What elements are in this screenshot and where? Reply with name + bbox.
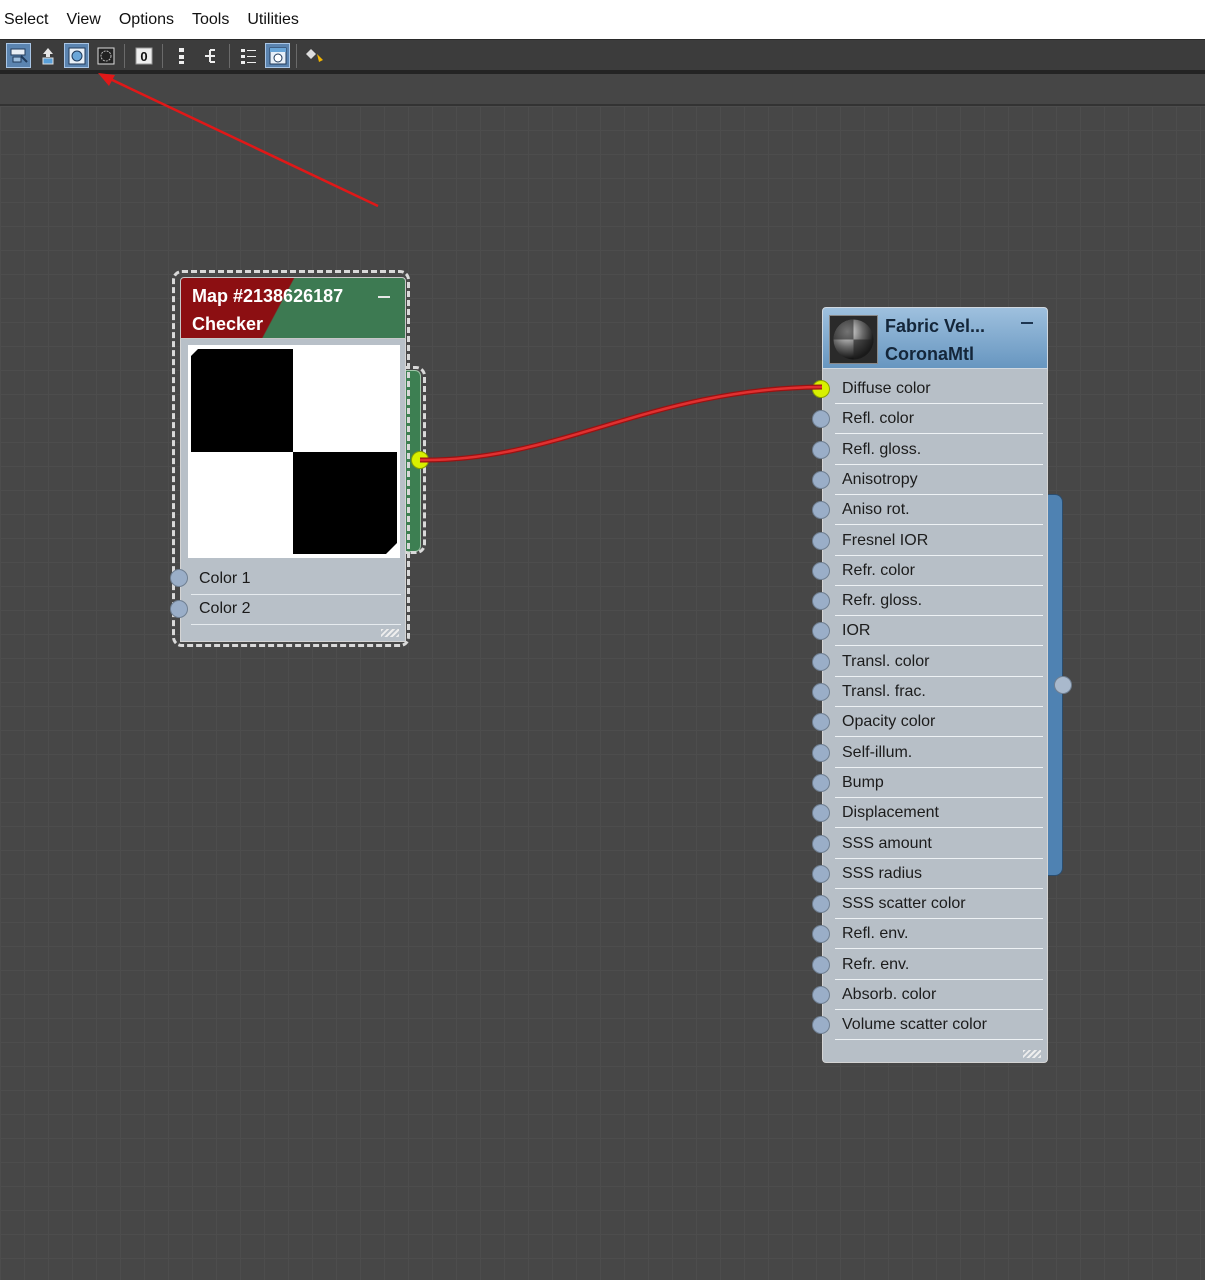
input-socket[interactable]: [812, 955, 830, 974]
minimize-icon[interactable]: [378, 296, 390, 298]
input-socket[interactable]: [812, 440, 830, 459]
menu-select[interactable]: Select: [0, 0, 57, 39]
corona-material-node[interactable]: Fabric Vel... CoronaMtl Diffuse color Ref…: [812, 307, 1048, 1063]
slot-absorb-color[interactable]: Absorb. color: [823, 980, 1043, 1010]
layout-horizontal-button[interactable]: [198, 43, 223, 68]
input-socket[interactable]: [812, 531, 830, 550]
resize-grip[interactable]: [1023, 1050, 1041, 1058]
slot-transl-color[interactable]: Transl. color: [823, 647, 1043, 677]
node-body: Color 1 Color 2: [180, 339, 406, 642]
slot-fresnel-ior[interactable]: Fresnel IOR: [823, 526, 1043, 556]
slot-divider: [835, 1039, 1043, 1041]
checker-preview: [188, 345, 400, 558]
input-socket[interactable]: [812, 743, 830, 762]
toolbar-separator: [229, 43, 230, 68]
material-map-browser-button[interactable]: [303, 43, 328, 68]
checker-output-socket[interactable]: [411, 451, 429, 469]
menu-bar: Select View Options Tools Utilities: [0, 0, 1205, 39]
show-background-icon: [97, 47, 114, 64]
parameter-editor-icon: [269, 47, 286, 64]
node-body: Diffuse color Refl. color Refl. gloss. Anis…: [822, 369, 1048, 1063]
menu-utilities[interactable]: Utilities: [238, 0, 308, 39]
input-socket[interactable]: [812, 683, 830, 701]
select-tool-button[interactable]: [6, 43, 31, 68]
minimize-icon[interactable]: [1021, 322, 1033, 324]
slot-sss-amount[interactable]: SSS amount: [823, 829, 1043, 859]
move-children-icon: [42, 47, 53, 64]
input-socket[interactable]: [170, 569, 188, 587]
input-socket[interactable]: [812, 834, 830, 853]
svg-text:0: 0: [140, 49, 147, 64]
show-background-button[interactable]: [93, 43, 118, 68]
resize-grip[interactable]: [381, 629, 399, 637]
checker-pattern-image: [188, 345, 400, 558]
layout-vertical-button[interactable]: [169, 43, 194, 68]
slot-sss-scatter-color[interactable]: SSS scatter color: [823, 889, 1043, 920]
slot-opacity-color[interactable]: Opacity color: [823, 707, 1043, 738]
slot-transl-frac[interactable]: Transl. frac.: [823, 677, 1043, 707]
slot-refl-color[interactable]: Refl. color: [823, 404, 1043, 435]
input-socket[interactable]: [812, 592, 830, 611]
slot-refr-color[interactable]: Refr. color: [823, 556, 1043, 586]
input-socket[interactable]: [812, 864, 830, 883]
slot-self-illum[interactable]: Self-illum.: [823, 738, 1043, 768]
menu-options[interactable]: Options: [110, 0, 183, 39]
material-output-socket[interactable]: [1054, 676, 1072, 694]
checker-map-node[interactable]: Map #2138626187 Checker Color 1 Color 2: [170, 277, 406, 642]
node-name: Fabric Vel...: [885, 316, 986, 336]
slot-color-2[interactable]: Color 2: [191, 594, 401, 625]
menu-view[interactable]: View: [57, 0, 109, 39]
material-map-browser-icon: [305, 48, 323, 62]
parameter-editor-button[interactable]: [265, 43, 290, 68]
view-tabs-strip: [0, 74, 1205, 106]
layout-vertical-icon: [178, 47, 184, 64]
input-socket[interactable]: [812, 986, 830, 1004]
node-type: CoronaMtl: [885, 344, 974, 364]
slot-anisotropy[interactable]: Anisotropy: [823, 465, 1043, 495]
layout-children-icon: [240, 48, 256, 64]
slot-ior[interactable]: IOR: [823, 616, 1043, 647]
layout-children-button[interactable]: [236, 43, 261, 68]
slot-color-1[interactable]: Color 1: [191, 564, 401, 595]
node-name: Map #2138626187: [192, 286, 344, 306]
slot-volume-scatter-color[interactable]: Volume scatter color: [823, 1010, 1043, 1041]
layout-horizontal-icon: [204, 48, 215, 63]
slot-sss-radius[interactable]: SSS radius: [823, 859, 1043, 889]
input-socket[interactable]: [812, 380, 830, 398]
hide-unused-slots-icon: 0: [135, 47, 152, 64]
slot-aniso-rot[interactable]: Aniso rot.: [823, 495, 1043, 526]
slot-refl-env[interactable]: Refl. env.: [823, 919, 1043, 950]
menu-tools[interactable]: Tools: [183, 0, 238, 39]
slot-bump[interactable]: Bump: [823, 768, 1043, 798]
toolbar: 0: [0, 39, 1205, 71]
toolbar-separator: [162, 43, 163, 68]
input-socket[interactable]: [170, 600, 188, 618]
input-socket[interactable]: [812, 895, 830, 914]
input-socket[interactable]: [812, 773, 830, 792]
input-socket[interactable]: [812, 561, 830, 580]
node-type: Checker: [192, 314, 264, 334]
node-header[interactable]: Map #2138626187 Checker: [180, 277, 406, 339]
slot-refl-gloss[interactable]: Refl. gloss.: [823, 435, 1043, 465]
toolbar-separator: [296, 43, 297, 68]
node-header[interactable]: Fabric Vel... CoronaMtl: [822, 307, 1048, 369]
show-map-in-viewport-button[interactable]: [64, 43, 89, 68]
select-tool-icon: [10, 48, 28, 63]
slot-refr-env[interactable]: Refr. env.: [823, 950, 1043, 980]
move-children-button[interactable]: [35, 43, 60, 68]
slot-displacement[interactable]: Displacement: [823, 798, 1043, 829]
input-socket[interactable]: [812, 652, 830, 671]
input-socket[interactable]: [812, 470, 830, 489]
hide-unused-slots-button[interactable]: 0: [131, 43, 156, 68]
slot-diffuse-color[interactable]: Diffuse color: [823, 374, 1043, 404]
show-map-in-viewport-icon: [68, 47, 85, 64]
slot-refr-gloss[interactable]: Refr. gloss.: [823, 586, 1043, 617]
material-sphere-icon: [829, 315, 878, 364]
toolbar-separator: [124, 43, 125, 68]
